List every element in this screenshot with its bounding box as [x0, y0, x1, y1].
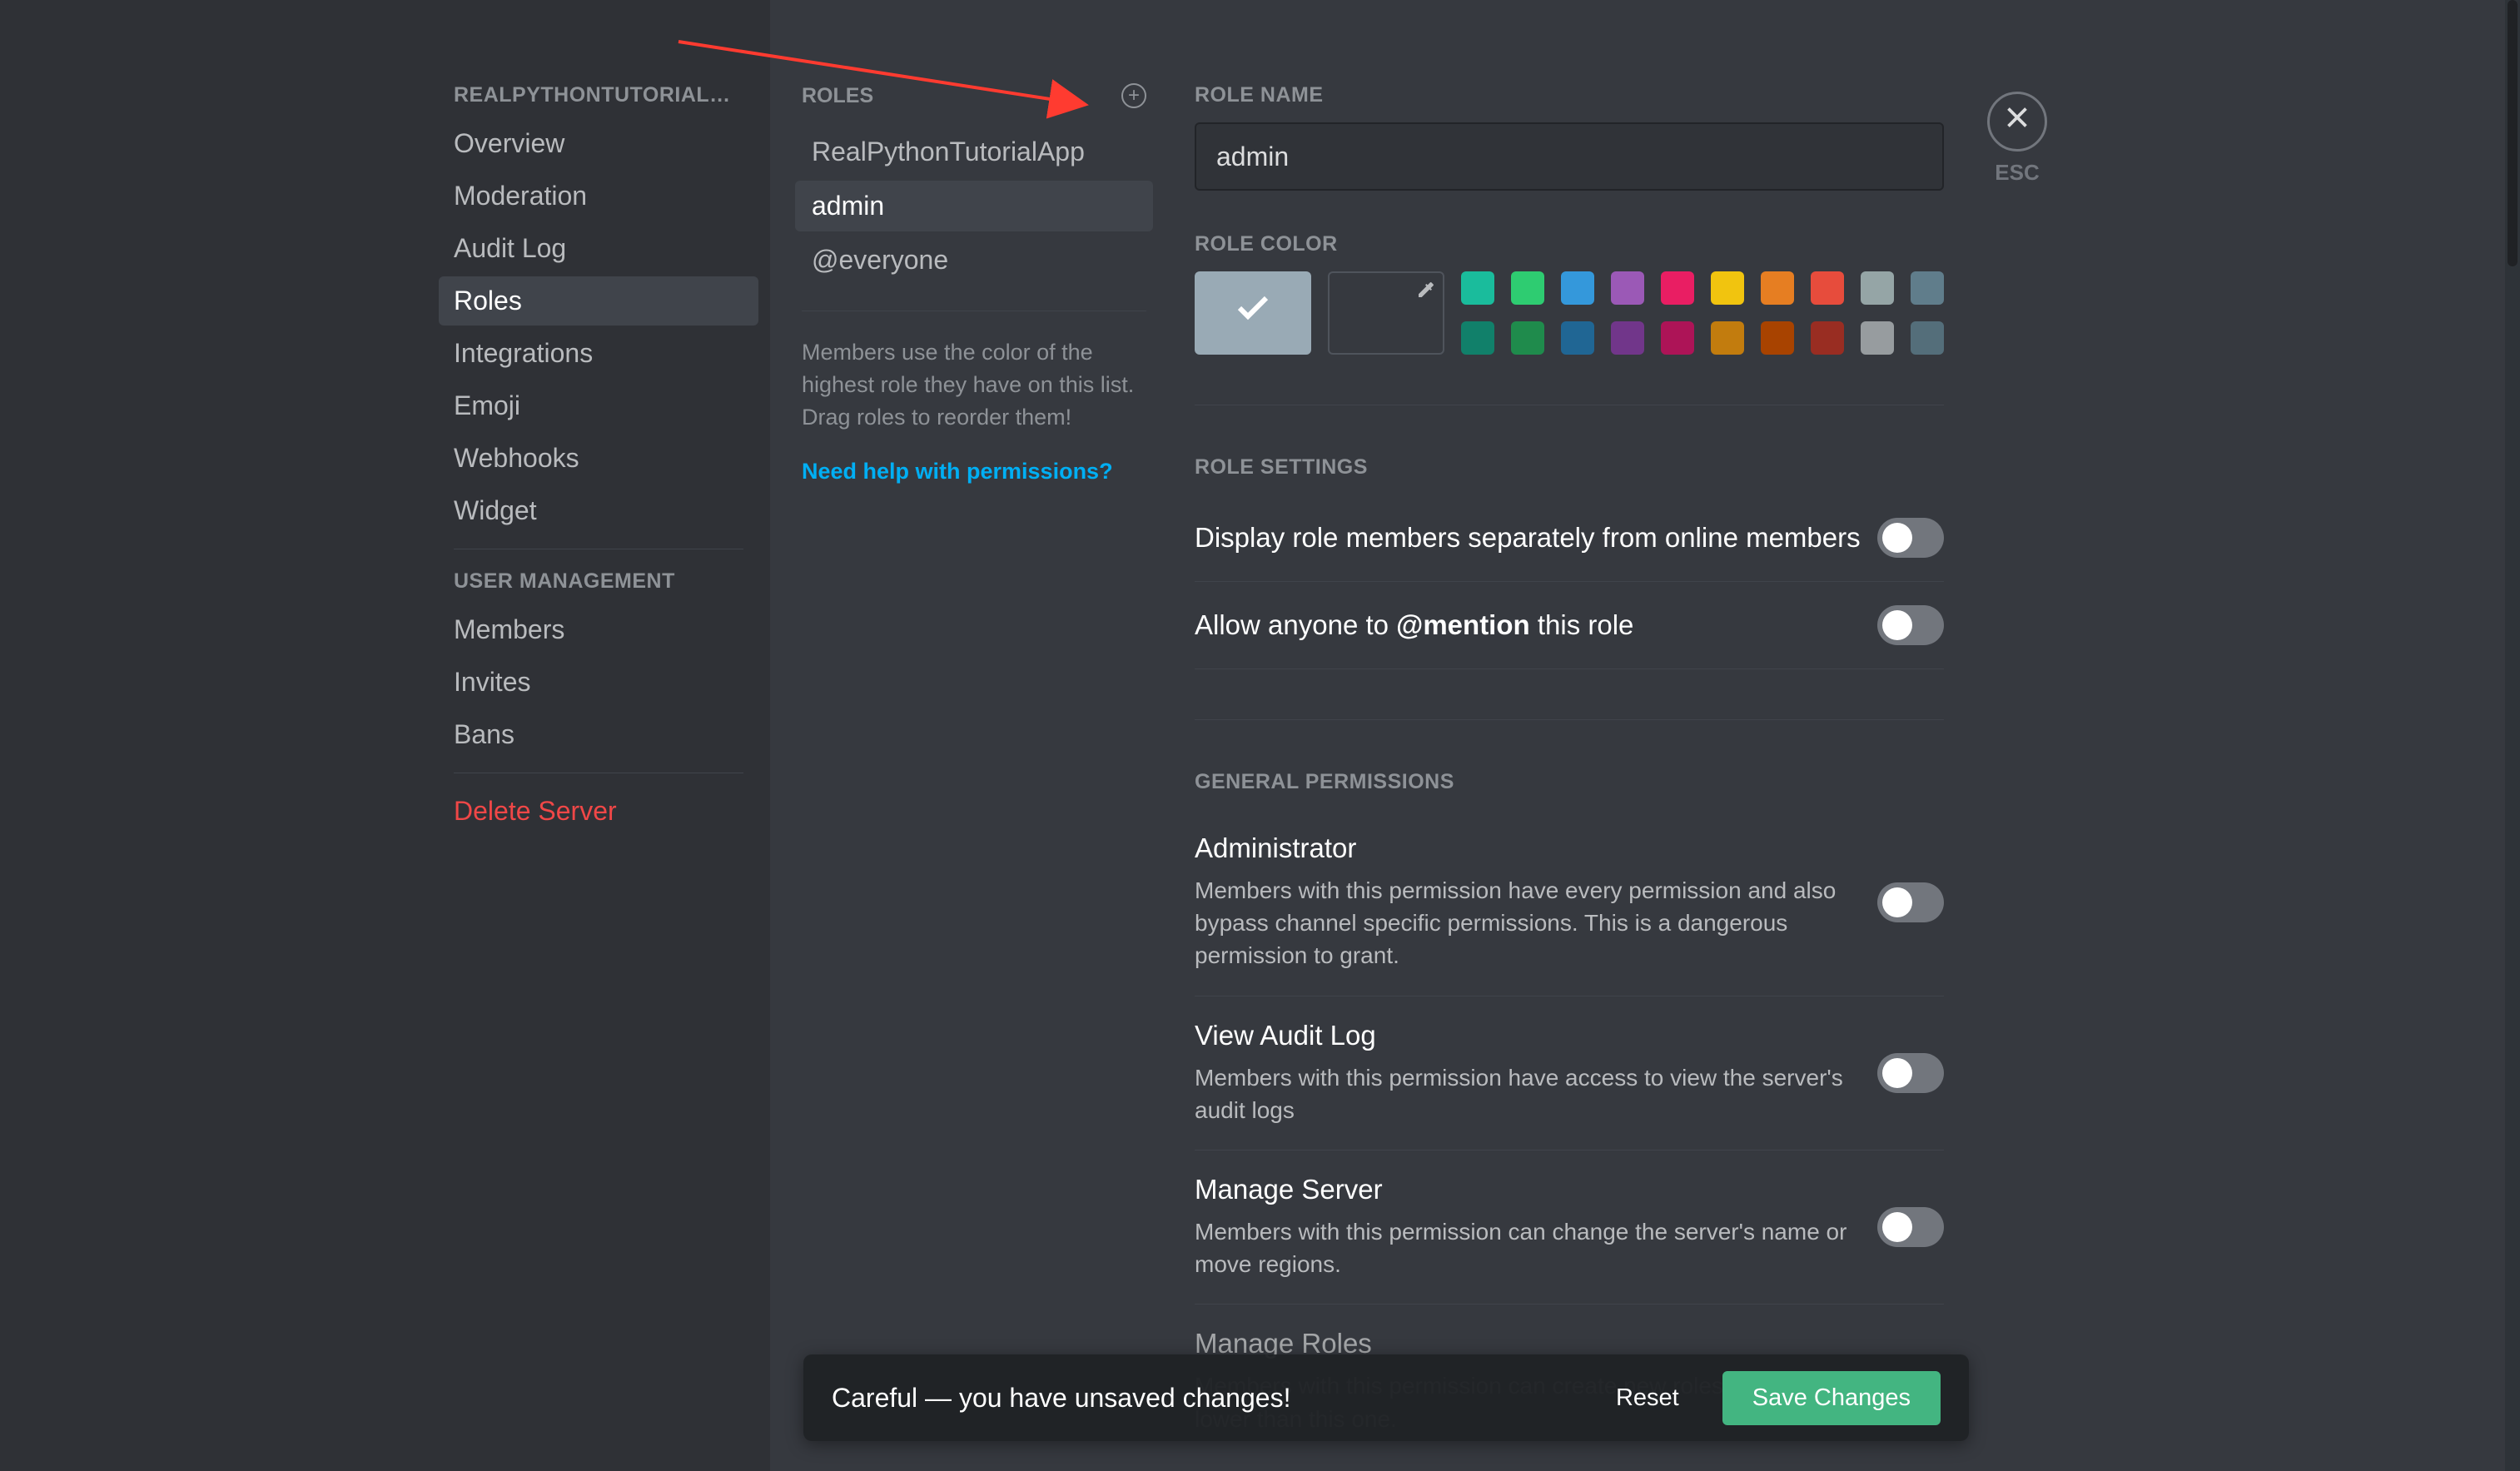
color-swatch[interactable] — [1811, 321, 1844, 355]
sidebar-item-bans[interactable]: Bans — [439, 710, 758, 759]
sidebar-item-invites[interactable]: Invites — [439, 658, 758, 707]
general-permissions-label: General Permissions — [1195, 770, 1944, 794]
color-swatch-grid — [1461, 271, 1944, 355]
server-name-header: REALPYTHONTUTORIALSERV... — [439, 83, 758, 119]
manage-server-label: Manage Server Members with this permissi… — [1195, 1174, 1877, 1280]
view-audit-log-label: View Audit Log Members with this permiss… — [1195, 1020, 1877, 1126]
color-swatch[interactable] — [1711, 271, 1744, 305]
color-swatch[interactable] — [1511, 321, 1544, 355]
color-swatch[interactable] — [1611, 321, 1644, 355]
color-swatch[interactable] — [1711, 321, 1744, 355]
unsaved-changes-bar: Careful — you have unsaved changes! Rese… — [803, 1354, 1969, 1441]
sidebar-item-emoji[interactable]: Emoji — [439, 381, 758, 430]
allow-mention-toggle[interactable] — [1877, 605, 1944, 645]
divider — [1195, 719, 1944, 720]
allow-mention-label: Allow anyone to @mention this role — [1195, 609, 1877, 641]
sidebar-item-audit-log[interactable]: Audit Log — [439, 224, 758, 273]
color-swatch[interactable] — [1811, 271, 1844, 305]
plus-icon: + — [1128, 86, 1140, 106]
sidebar-item-moderation[interactable]: Moderation — [439, 171, 758, 221]
role-item[interactable]: RealPythonTutorialApp — [795, 127, 1153, 177]
color-swatch[interactable] — [1561, 321, 1594, 355]
color-swatch[interactable] — [1561, 271, 1594, 305]
color-swatch[interactable] — [1761, 271, 1794, 305]
user-management-header: User Management — [439, 563, 758, 605]
close-button[interactable] — [1987, 92, 2047, 152]
sidebar-item-members[interactable]: Members — [439, 605, 758, 654]
left-gutter — [0, 0, 427, 1471]
roles-hint-text: Members use the color of the highest rol… — [795, 336, 1153, 434]
eyedropper-icon — [1416, 280, 1436, 306]
sidebar-item-overview[interactable]: Overview — [439, 119, 758, 168]
check-icon — [1233, 288, 1273, 338]
role-item[interactable]: @everyone — [795, 235, 1153, 286]
color-swatch[interactable] — [1911, 271, 1944, 305]
view-audit-log-toggle[interactable] — [1877, 1053, 1944, 1093]
sidebar-item-widget[interactable]: Widget — [439, 486, 758, 535]
custom-color-swatch[interactable] — [1328, 271, 1444, 355]
color-swatch[interactable] — [1861, 271, 1894, 305]
role-settings-label: Role Settings — [1195, 455, 1944, 480]
close-area: ESC — [1987, 92, 2047, 186]
main-content: Role Name Role Color Role Settings — [1178, 0, 2520, 1471]
unsaved-message: Careful — you have unsaved changes! — [832, 1383, 1586, 1414]
permissions-help-link[interactable]: Need help with permissions? — [795, 459, 1153, 485]
color-swatch[interactable] — [1911, 321, 1944, 355]
add-role-button[interactable]: + — [1121, 83, 1146, 108]
scrollbar[interactable] — [2505, 0, 2520, 1471]
roles-header: Roles — [802, 84, 873, 108]
display-separately-label: Display role members separately from onl… — [1195, 522, 1877, 554]
color-swatch[interactable] — [1861, 321, 1894, 355]
sidebar-item-webhooks[interactable]: Webhooks — [439, 434, 758, 483]
administrator-label: Administrator Members with this permissi… — [1195, 832, 1877, 972]
role-color-label: Role Color — [1195, 232, 1944, 256]
save-changes-button[interactable]: Save Changes — [1722, 1371, 1941, 1425]
esc-label: ESC — [1987, 160, 2047, 186]
role-name-label: Role Name — [1195, 83, 1944, 107]
role-item-selected[interactable]: admin — [795, 181, 1153, 231]
sidebar-item-integrations[interactable]: Integrations — [439, 329, 758, 378]
color-swatch[interactable] — [1461, 321, 1494, 355]
reset-button[interactable]: Reset — [1586, 1371, 1709, 1425]
color-swatch[interactable] — [1661, 321, 1694, 355]
manage-server-toggle[interactable] — [1877, 1207, 1944, 1247]
default-color-swatch[interactable] — [1195, 271, 1311, 355]
color-swatch[interactable] — [1611, 271, 1644, 305]
close-icon — [2002, 102, 2032, 141]
scroll-thumb[interactable] — [2508, 0, 2518, 266]
sidebar: REALPYTHONTUTORIALSERV... Overview Moder… — [427, 0, 770, 1471]
administrator-toggle[interactable] — [1877, 882, 1944, 922]
delete-server-button[interactable]: Delete Server — [439, 787, 758, 836]
color-swatch[interactable] — [1511, 271, 1544, 305]
sidebar-item-roles[interactable]: Roles — [439, 276, 758, 326]
roles-column: Roles + RealPythonTutorialApp admin @eve… — [770, 0, 1178, 1471]
role-name-input[interactable] — [1195, 122, 1944, 191]
display-separately-toggle[interactable] — [1877, 518, 1944, 558]
color-swatch[interactable] — [1761, 321, 1794, 355]
color-swatch[interactable] — [1461, 271, 1494, 305]
color-swatch[interactable] — [1661, 271, 1694, 305]
